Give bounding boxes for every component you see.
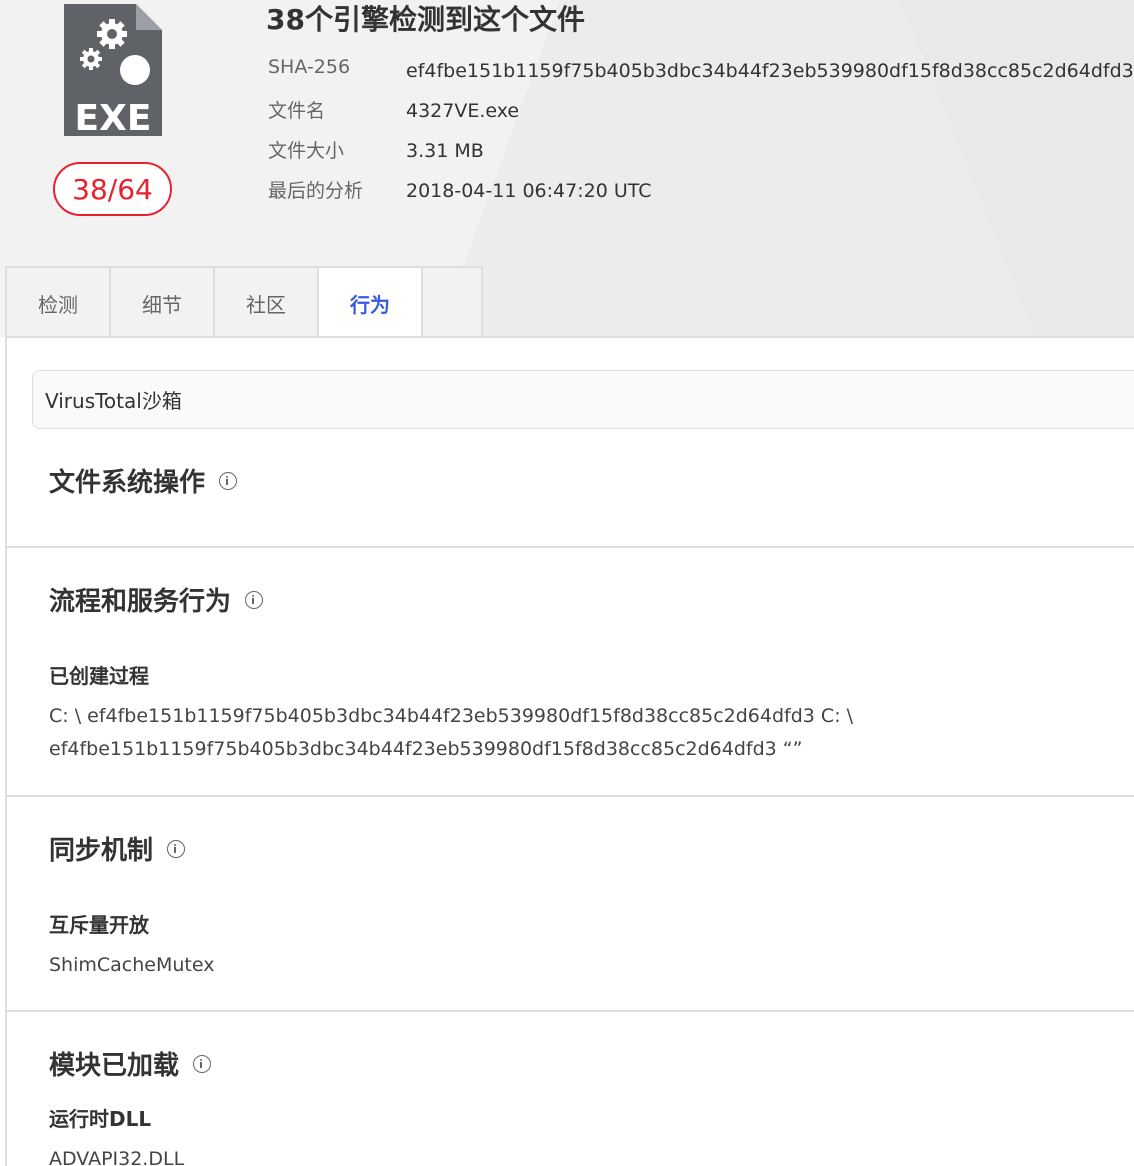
tab-bar: 检测 细节 社区 行为 — [5, 266, 483, 339]
section-title: 模块已加载 — [49, 1045, 212, 1082]
tab-detection[interactable]: 检测 — [5, 266, 109, 338]
filesize-label: 文件大小 — [268, 140, 345, 162]
tab-empty — [421, 266, 483, 338]
divider — [7, 1010, 1134, 1012]
tab-details[interactable]: 细节 — [109, 266, 213, 338]
info-icon[interactable] — [245, 590, 264, 609]
section-title-text: 模块已加载 — [49, 1051, 180, 1081]
section-title: 文件系统操作 — [49, 462, 238, 499]
sha256-label: SHA-256 — [268, 56, 351, 78]
exe-file-icon: EXE — [64, 4, 162, 136]
info-icon[interactable] — [193, 1054, 212, 1073]
process-line: C: \ ef4fbe151b1159f75b405b3dbc34b44f23e… — [49, 705, 854, 727]
tab-community[interactable]: 社区 — [213, 266, 317, 338]
filename-label: 文件名 — [268, 100, 326, 122]
tab-behavior[interactable]: 行为 — [317, 266, 421, 339]
section-title-text: 文件系统操作 — [49, 468, 206, 498]
dll-value: ADVAPI32.DLL — [49, 1148, 185, 1166]
created-process-label: 已创建过程 — [49, 664, 149, 688]
sha256-value: ef4fbe151b1159f75b405b3dbc34b44f23eb5399… — [406, 60, 1134, 82]
last-analysis-value: 2018-04-11 06:47:20 UTC — [406, 180, 652, 202]
process-line: ef4fbe151b1159f75b405b3dbc34b44f23eb5399… — [49, 738, 803, 760]
sandbox-label: VirusTotal沙箱 — [45, 389, 182, 413]
filename-value: 4327VE.exe — [406, 100, 520, 122]
page-title: 38个引擎检测到这个文件 — [266, 3, 585, 36]
runtime-dll-label: 运行时DLL — [49, 1107, 152, 1131]
section-title: 同步机制 — [49, 830, 186, 867]
info-icon[interactable] — [167, 839, 186, 858]
detection-score-badge: 38/64 — [53, 162, 172, 216]
section-title-text: 流程和服务行为 — [49, 587, 232, 617]
info-icon[interactable] — [219, 471, 238, 490]
mutex-label: 互斥量开放 — [49, 913, 149, 937]
section-title: 流程和服务行为 — [49, 581, 264, 618]
section-title-text: 同步机制 — [49, 836, 154, 866]
svg-text:EXE: EXE — [75, 98, 152, 136]
divider — [7, 795, 1134, 797]
behavior-panel: VirusTotal沙箱 文件系统操作 流程和服务行为 已创建过程 C: \ e… — [5, 336, 1134, 1166]
sandbox-selector[interactable]: VirusTotal沙箱 — [32, 370, 1134, 429]
last-analysis-label: 最后的分析 — [268, 180, 364, 202]
mutex-value: ShimCacheMutex — [49, 954, 215, 976]
divider — [7, 546, 1134, 548]
filesize-value: 3.31 MB — [406, 140, 484, 162]
